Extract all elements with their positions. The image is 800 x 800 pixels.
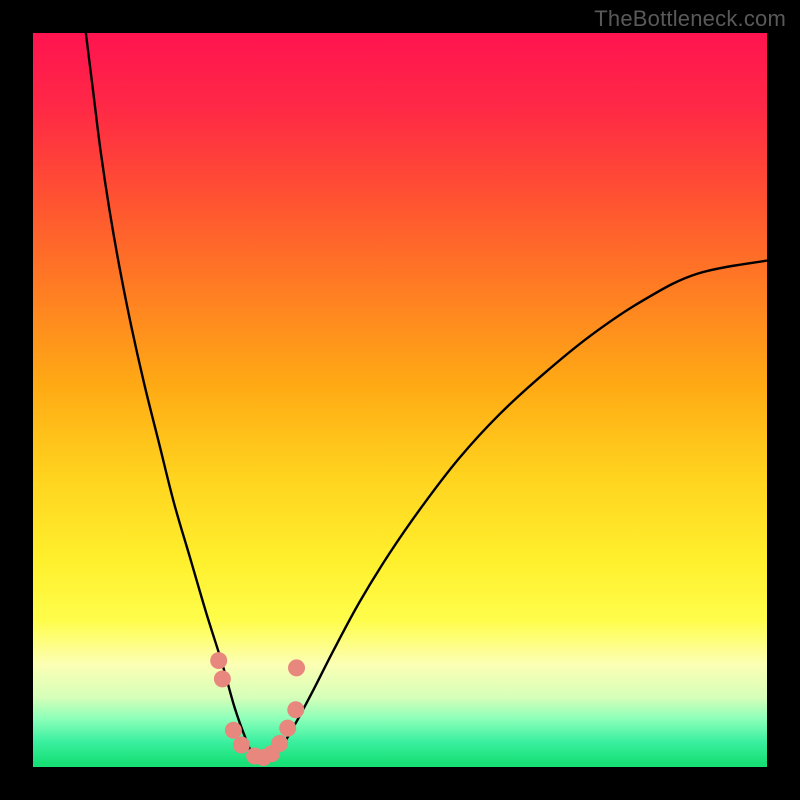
- background-gradient: [33, 33, 767, 767]
- chart-container: TheBottleneck.com: [0, 0, 800, 800]
- plot-area: [33, 33, 767, 767]
- watermark-text: TheBottleneck.com: [594, 6, 786, 32]
